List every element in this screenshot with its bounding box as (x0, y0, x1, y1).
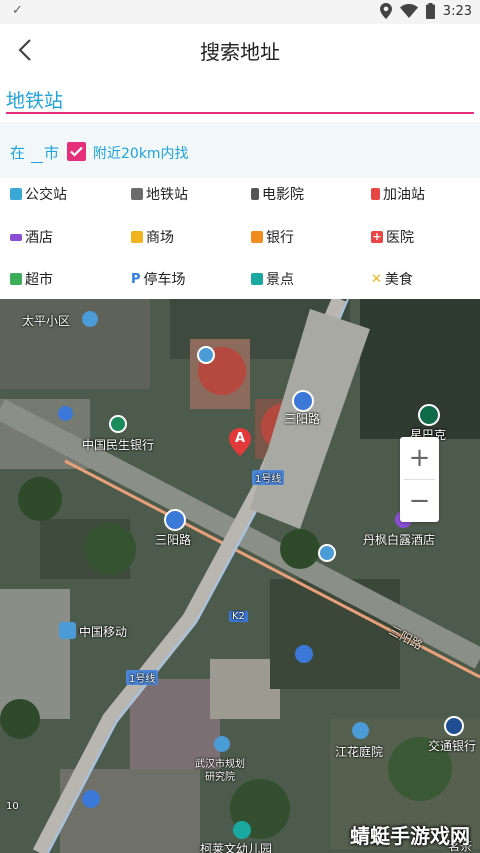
category-label: 医院 (386, 230, 414, 246)
city-suffix: 市 (44, 144, 60, 162)
category-gas-station[interactable]: 加油站 (371, 179, 425, 209)
cart-icon (10, 273, 22, 285)
status-bar: ✓ 3:23 (0, 0, 480, 24)
zoom-in-button[interactable]: + (400, 437, 439, 479)
film-icon (251, 188, 259, 200)
parking-pin-icon[interactable] (318, 544, 336, 562)
scale-label: 10 (6, 801, 19, 812)
search-underline (6, 112, 474, 114)
starbucks-pin-icon[interactable] (418, 404, 440, 426)
category-cinema[interactable]: 电影院 (251, 179, 304, 209)
category-label: 超市 (25, 272, 53, 288)
app-bar: 搜索地址 (0, 24, 480, 76)
category-label: 银行 (266, 230, 294, 246)
zoom-out-button[interactable]: − (400, 480, 439, 522)
residence-pin-icon[interactable] (82, 311, 98, 327)
subway-pin-icon[interactable] (164, 509, 186, 531)
map-label: 丹枫白露酒店 (363, 533, 436, 547)
search-bar (0, 76, 480, 122)
nearby-label[interactable]: 附近20km内找 (93, 143, 189, 163)
parking-pin-icon[interactable] (82, 790, 100, 808)
parking-pin-icon[interactable] (295, 645, 313, 663)
map-label: 交通银行 (428, 739, 477, 753)
search-input[interactable] (6, 84, 474, 114)
city-prefix: 在 (10, 144, 26, 162)
category-label: 地铁站 (146, 187, 188, 203)
category-mall[interactable]: 商场 (131, 222, 174, 252)
map-label: 中国民生银行 (82, 438, 155, 452)
map-label: 三阳路 (155, 533, 192, 547)
gas-station-icon (371, 188, 380, 200)
subway-pin-icon[interactable] (292, 390, 314, 412)
category-label: 酒店 (25, 230, 53, 246)
metro-line-badge: 1号线 (126, 670, 159, 685)
category-label: 电影院 (262, 187, 304, 203)
satellite-map[interactable]: A 太平小区 中国民生银行 三阳路 1号线 星巴克 三阳路 丹枫白露酒店 K2 … (0, 299, 480, 853)
camera-icon (251, 273, 263, 285)
site-watermark: 蜻蜓手游戏网 (350, 824, 470, 848)
category-bank[interactable]: 银行 (251, 222, 294, 252)
selected-location-marker[interactable]: A (229, 428, 251, 456)
bank-pin-icon[interactable] (109, 415, 127, 433)
check-icon: ✓ (12, 3, 23, 18)
telecom-pin-icon[interactable] (59, 622, 76, 639)
bank-icon (251, 231, 263, 243)
bus-route-badge: K2 (229, 611, 248, 622)
bed-icon (10, 233, 22, 241)
category-label: 公交站 (25, 187, 67, 203)
city-input[interactable] (31, 143, 43, 163)
category-label: 停车场 (143, 272, 186, 288)
subway-icon (131, 188, 143, 200)
residence-pin-icon[interactable] (352, 722, 369, 739)
category-bus[interactable]: 公交站 (10, 179, 67, 209)
page-title: 搜索地址 (200, 40, 280, 64)
parking-icon: P (131, 271, 141, 287)
map-label: 研究院 (205, 772, 235, 783)
category-label: 商场 (146, 230, 174, 246)
category-grid: 公交站 地铁站 电影院 加油站 酒店 商场 银行 + 医院 超市 P 停车场 景… (0, 178, 480, 299)
school-pin-icon[interactable] (233, 821, 251, 839)
shopping-bag-icon (131, 231, 143, 243)
map-label: 太平小区 (22, 314, 71, 328)
category-food[interactable]: ✕ 美食 (371, 264, 413, 294)
category-hospital[interactable]: + 医院 (371, 222, 414, 252)
clock: 3:23 (442, 3, 472, 19)
category-subway[interactable]: 地铁站 (131, 179, 188, 209)
status-icons: 3:23 (379, 3, 472, 19)
filter-row: 在 市 附近20km内找 (0, 122, 480, 178)
wifi-icon (399, 4, 418, 18)
hospital-icon: + (371, 230, 383, 243)
food-icon: ✕ (371, 271, 382, 287)
poi-d-pin-icon[interactable] (58, 406, 73, 421)
metro-line-badge: 1号线 (252, 470, 285, 485)
parking-pin-icon[interactable] (197, 346, 215, 364)
bus-icon (10, 188, 22, 200)
location-icon (379, 3, 392, 19)
category-parking[interactable]: P 停车场 (131, 264, 186, 294)
category-scenic[interactable]: 景点 (251, 264, 294, 294)
zoom-control: + − (400, 437, 439, 522)
map-label: 柯莱文幼儿园 (200, 842, 273, 853)
map-label: 江花庭院 (335, 745, 384, 759)
category-hotel[interactable]: 酒店 (10, 222, 53, 252)
category-label: 加油站 (383, 187, 425, 203)
marker-letter: A (234, 431, 246, 446)
category-label: 景点 (266, 272, 294, 288)
map-label: 三阳路 (284, 412, 321, 426)
nearby-checkbox[interactable] (67, 142, 86, 161)
checkmark-icon (70, 146, 83, 157)
map-label: 中国移动 (79, 625, 128, 639)
bank-pin-icon[interactable] (444, 716, 464, 736)
institute-pin-icon[interactable] (214, 736, 230, 752)
category-supermarket[interactable]: 超市 (10, 264, 53, 294)
battery-icon (425, 3, 435, 19)
category-label: 美食 (384, 272, 413, 288)
